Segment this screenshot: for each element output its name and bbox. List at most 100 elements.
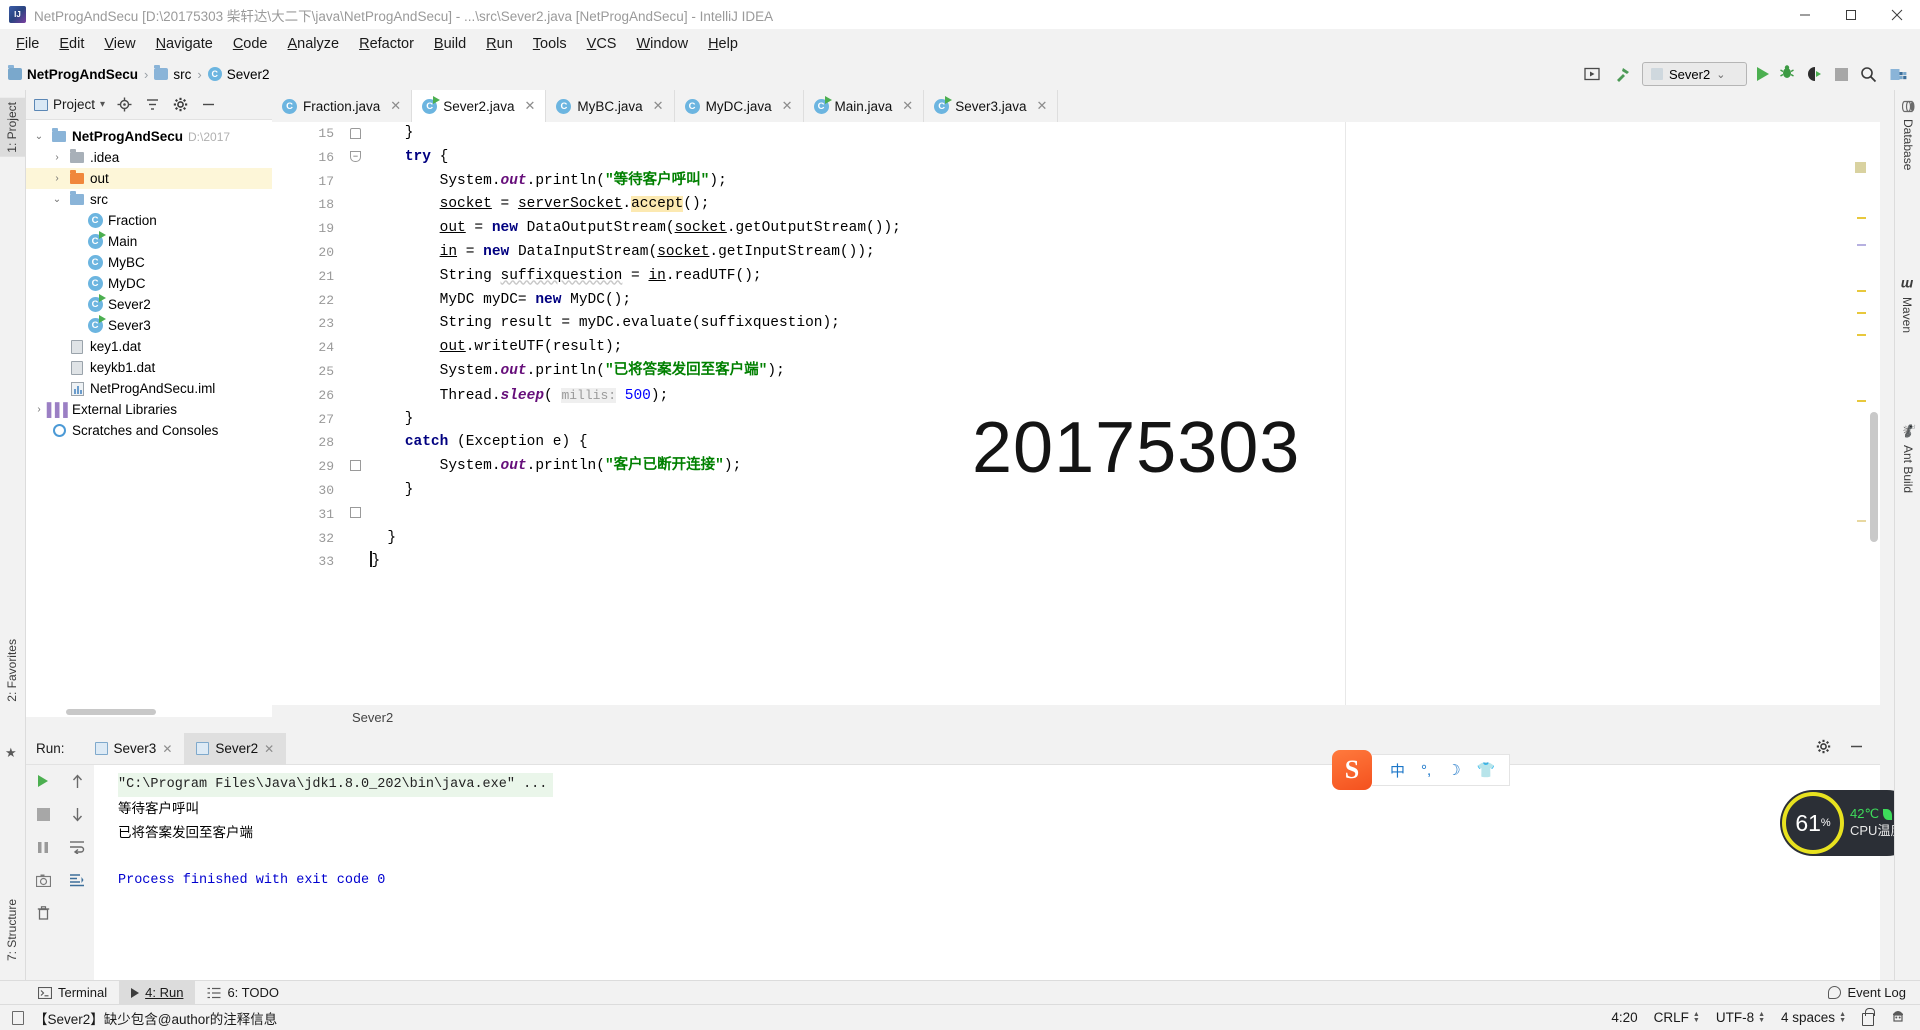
- tree-item-netprogandsecu-iml[interactable]: NetProgAndSecu.iml: [26, 378, 272, 399]
- tree-item-fraction[interactable]: C Fraction: [26, 210, 272, 231]
- menu-item-run[interactable]: Run: [476, 33, 523, 55]
- chevron-right-icon[interactable]: ›: [50, 173, 64, 184]
- tree-item-keykb1-dat[interactable]: keykb1.dat: [26, 357, 272, 378]
- tree-item-out[interactable]: › out: [26, 168, 272, 189]
- search-everywhere-icon[interactable]: [1858, 64, 1878, 84]
- tree-item-main[interactable]: C Main: [26, 231, 272, 252]
- fold-marker-icon[interactable]: −: [350, 151, 361, 162]
- breadcrumb-item-class[interactable]: C Sever2: [207, 67, 269, 82]
- editor-tab-sever3-java[interactable]: C Sever3.java ✕: [924, 90, 1059, 122]
- close-icon[interactable]: ✕: [1036, 98, 1047, 114]
- tree-item-mydc[interactable]: C MyDC: [26, 273, 272, 294]
- bottom-tab-todo[interactable]: 6: TODO: [195, 981, 291, 1005]
- breadcrumb-item-src[interactable]: src: [154, 65, 191, 82]
- tree-item-netprogandsecu[interactable]: ⌄ NetProgAndSecu D:\2017: [26, 126, 272, 147]
- event-log-button[interactable]: Event Log: [1828, 985, 1920, 1000]
- locate-icon[interactable]: [115, 96, 133, 114]
- editor-tab-mybc-java[interactable]: C MyBC.java ✕: [546, 90, 675, 122]
- sogou-button-3[interactable]: 👕: [1477, 761, 1496, 779]
- bottom-tab-terminal[interactable]: Terminal: [26, 981, 119, 1005]
- project-horizontal-scrollbar[interactable]: [66, 709, 156, 715]
- sogou-button-0[interactable]: 中: [1390, 760, 1405, 781]
- down-icon[interactable]: [67, 804, 87, 824]
- pause-icon[interactable]: [33, 837, 53, 857]
- fold-marker-icon[interactable]: [350, 460, 361, 471]
- run-configuration-selector[interactable]: Sever2 ⌄: [1642, 62, 1747, 86]
- close-icon[interactable]: ✕: [264, 742, 274, 756]
- sidebar-item-structure[interactable]: 7: Structure: [0, 895, 25, 965]
- breadcrumb-item-project[interactable]: NetProgAndSecu: [8, 65, 138, 82]
- tree-item-mybc[interactable]: C MyBC: [26, 252, 272, 273]
- tree-item-sever3[interactable]: C Sever3: [26, 315, 272, 336]
- menu-item-build[interactable]: Build: [424, 33, 476, 55]
- run-with-coverage-icon[interactable]: [1805, 64, 1825, 84]
- code-editor[interactable]: 15 16 17 18 19 20 21 22 23 24 25 26 27 28 29 30 31 32 33 −…: [272, 122, 1880, 717]
- tree-item-scratches-and-consoles[interactable]: Scratches and Consoles: [26, 420, 272, 441]
- up-icon[interactable]: [67, 771, 87, 791]
- close-icon[interactable]: ✕: [162, 742, 172, 756]
- sidebar-item-ant-build[interactable]: 🐜 Ant Build: [1895, 420, 1920, 497]
- camera-icon[interactable]: [33, 870, 53, 890]
- close-icon[interactable]: ✕: [390, 98, 401, 114]
- sogou-button-2[interactable]: ☽: [1447, 761, 1460, 779]
- hector-inspection-icon[interactable]: [1890, 1008, 1906, 1027]
- stop-icon[interactable]: [33, 804, 53, 824]
- hide-icon[interactable]: [199, 96, 217, 114]
- menu-item-help[interactable]: Help: [698, 33, 748, 55]
- chevron-right-icon[interactable]: ›: [50, 152, 64, 163]
- sidebar-item-maven[interactable]: m Maven: [1893, 275, 1920, 337]
- update-project-icon[interactable]: [1582, 64, 1602, 84]
- read-only-lock-icon[interactable]: [1862, 1007, 1875, 1026]
- chevron-down-icon[interactable]: ⌄: [32, 131, 46, 142]
- tree-item-src[interactable]: ⌄ src: [26, 189, 272, 210]
- menu-item-edit[interactable]: Edit: [49, 33, 94, 55]
- tree-item-key1-dat[interactable]: key1.dat: [26, 336, 272, 357]
- hide-icon[interactable]: [1849, 739, 1864, 759]
- stop-icon[interactable]: [1835, 67, 1848, 81]
- delete-icon[interactable]: [33, 903, 53, 923]
- menu-item-navigate[interactable]: Navigate: [146, 33, 223, 55]
- encoding-widget[interactable]: UTF-8 ▲ ▼: [1716, 1010, 1765, 1025]
- line-separator-widget[interactable]: CRLF ▲ ▼: [1654, 1010, 1700, 1025]
- tree-item--idea[interactable]: › .idea: [26, 147, 272, 168]
- menu-item-file[interactable]: File: [6, 33, 49, 55]
- menu-item-vcs[interactable]: VCS: [577, 33, 627, 55]
- menu-item-window[interactable]: Window: [626, 33, 698, 55]
- sogou-ime-toolbar[interactable]: S 中 °, ☽ 👕: [1332, 750, 1512, 790]
- close-button[interactable]: [1874, 0, 1920, 29]
- indent-widget[interactable]: 4 spaces ▲ ▼: [1781, 1010, 1846, 1025]
- run-tab-sever3[interactable]: Sever3 ✕: [83, 733, 185, 765]
- chevron-down-icon[interactable]: ⌄: [50, 194, 64, 205]
- scroll-to-end-icon[interactable]: [67, 870, 87, 890]
- run-icon[interactable]: [1757, 67, 1769, 81]
- debug-icon[interactable]: [1779, 64, 1795, 84]
- close-icon[interactable]: ✕: [782, 98, 793, 114]
- bottom-tab-run[interactable]: 4: Run: [119, 980, 196, 1005]
- run-tab-sever2[interactable]: Sever2 ✕: [184, 732, 287, 765]
- collapse-all-icon[interactable]: [143, 96, 161, 114]
- settings-gear-icon[interactable]: [171, 96, 189, 114]
- tree-item-external-libraries[interactable]: › ▌▌▌ External Libraries: [26, 399, 272, 420]
- sidebar-item-favorites[interactable]: 2: Favorites: [0, 635, 25, 706]
- sidebar-item-database[interactable]: Database: [1895, 96, 1920, 174]
- caret-position-widget[interactable]: 4:20: [1611, 1010, 1637, 1025]
- tree-item-sever2[interactable]: C Sever2: [26, 294, 272, 315]
- minimize-button[interactable]: [1782, 0, 1828, 29]
- menu-item-analyze[interactable]: Analyze: [278, 33, 350, 55]
- project-structure-icon[interactable]: [1888, 64, 1908, 84]
- menu-item-refactor[interactable]: Refactor: [349, 33, 424, 55]
- editor-vertical-scrollbar[interactable]: [1870, 412, 1878, 542]
- editor-tab-sever2-java[interactable]: C Sever2.java ✕: [412, 90, 547, 122]
- maximize-button[interactable]: [1828, 0, 1874, 29]
- settings-gear-icon[interactable]: [1816, 739, 1831, 759]
- sidebar-item-project[interactable]: 1: Project: [0, 98, 25, 157]
- rerun-icon[interactable]: [33, 771, 53, 791]
- chevron-right-icon[interactable]: ›: [32, 404, 46, 415]
- editor-tab-main-java[interactable]: C Main.java ✕: [804, 90, 925, 122]
- close-icon[interactable]: ✕: [653, 98, 664, 114]
- soft-wrap-icon[interactable]: [67, 837, 87, 857]
- project-panel-title[interactable]: Project ▾: [34, 97, 105, 112]
- menu-item-view[interactable]: View: [94, 33, 145, 55]
- editor-tab-mydc-java[interactable]: C MyDC.java ✕: [675, 90, 804, 122]
- fold-marker-icon[interactable]: [350, 128, 361, 139]
